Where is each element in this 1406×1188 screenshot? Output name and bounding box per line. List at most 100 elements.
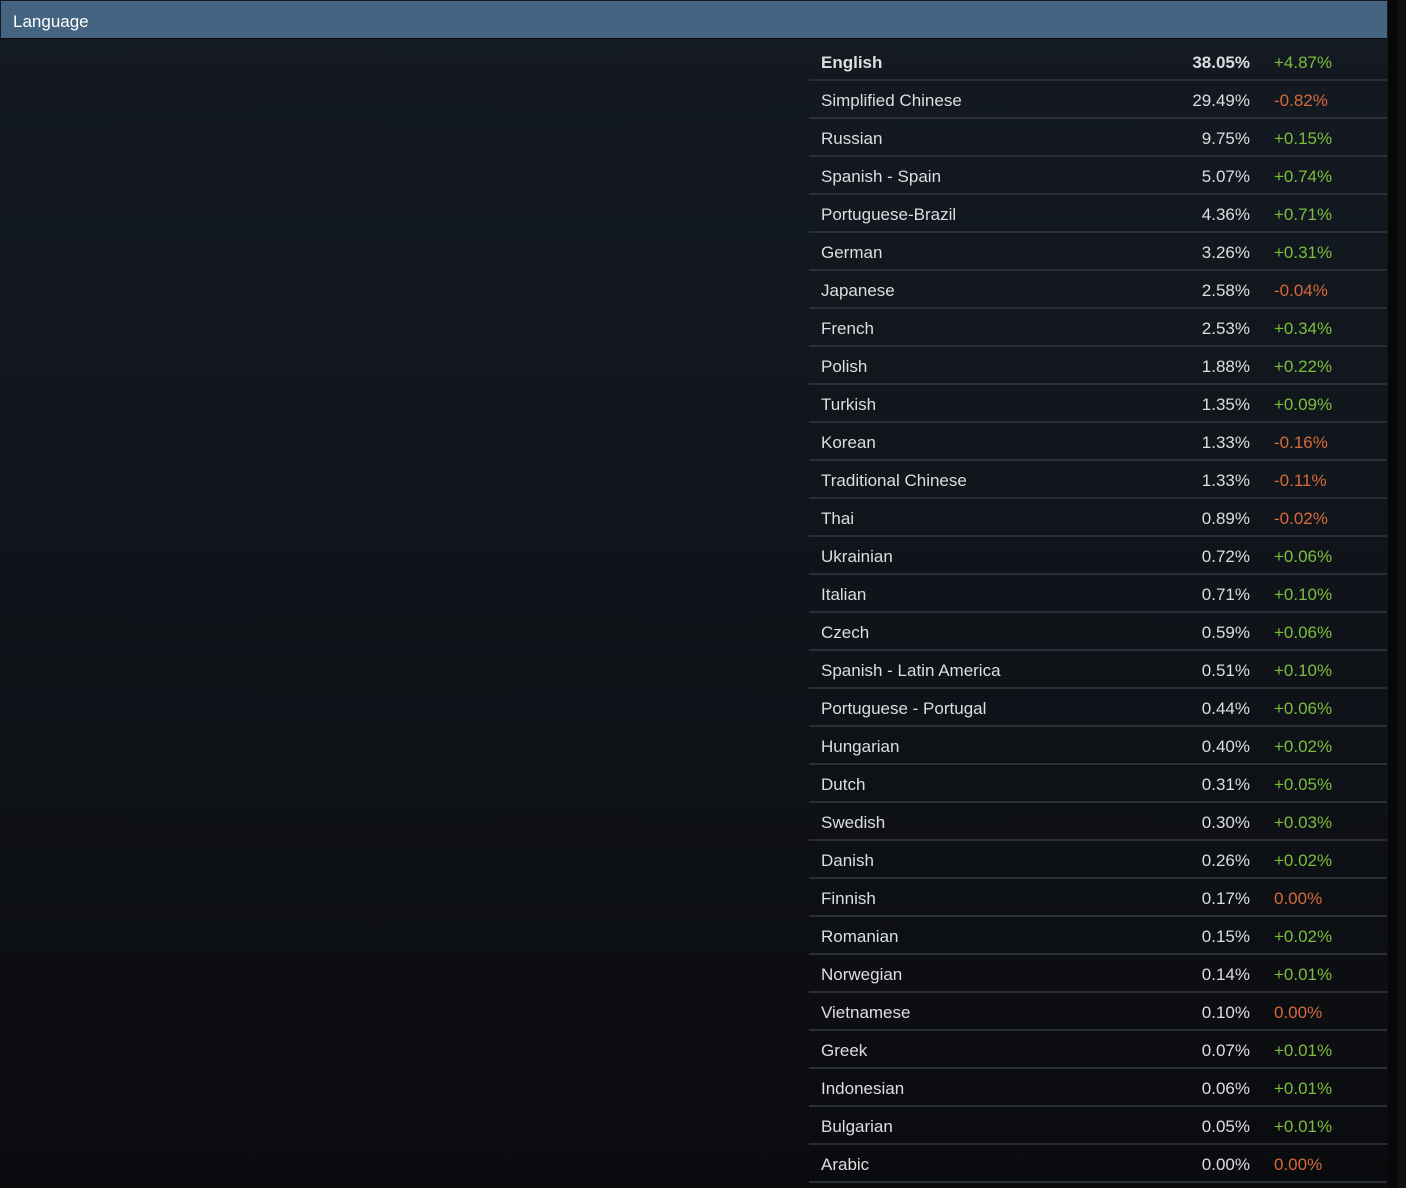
language-change: +0.09% bbox=[1274, 395, 1333, 414]
language-percent: 38.05% bbox=[1192, 53, 1250, 72]
language-percent: 1.35% bbox=[1201, 395, 1250, 414]
language-name: Japanese bbox=[821, 281, 895, 300]
table-row: Danish 0.26% +0.02% bbox=[809, 841, 1387, 879]
language-change: -0.82% bbox=[1274, 91, 1328, 110]
language-percent: 0.05% bbox=[1201, 1117, 1250, 1136]
language-change: +4.87% bbox=[1274, 53, 1333, 72]
language-change: +0.06% bbox=[1274, 699, 1333, 718]
language-table: English 38.05% +4.87% Simplified Chinese 29.… bbox=[809, 43, 1387, 1183]
language-change: +0.74% bbox=[1274, 167, 1333, 186]
language-change: +0.01% bbox=[1274, 1041, 1333, 1060]
language-percent: 0.71% bbox=[1201, 585, 1250, 604]
language-change: +0.03% bbox=[1274, 813, 1333, 832]
language-percent: 1.88% bbox=[1201, 357, 1250, 376]
table-row: Simplified Chinese 29.49% -0.82% bbox=[809, 81, 1387, 119]
language-name: English bbox=[821, 53, 883, 72]
language-name: Portuguese-Brazil bbox=[821, 205, 957, 224]
table-row: Greek 0.07% +0.01% bbox=[809, 1031, 1387, 1069]
language-name: Polish bbox=[821, 357, 868, 376]
language-change: +0.02% bbox=[1274, 737, 1333, 756]
language-change: -0.02% bbox=[1274, 509, 1328, 528]
language-percent: 0.26% bbox=[1201, 851, 1250, 870]
table-row: Dutch 0.31% +0.05% bbox=[809, 765, 1387, 803]
language-percent: 0.15% bbox=[1201, 927, 1250, 946]
language-percent: 0.72% bbox=[1201, 547, 1250, 566]
language-change: +0.02% bbox=[1274, 927, 1333, 946]
language-name: Finnish bbox=[821, 889, 876, 908]
table-row: Portuguese-Brazil 4.36% +0.71% bbox=[809, 195, 1387, 233]
language-name: Korean bbox=[821, 433, 876, 452]
language-name: Portuguese - Portugal bbox=[821, 699, 987, 718]
scrollbar[interactable] bbox=[1388, 0, 1406, 1188]
language-percent: 0.10% bbox=[1201, 1003, 1250, 1022]
language-name: Bulgarian bbox=[821, 1117, 893, 1136]
table-row: Traditional Chinese 1.33% -0.11% bbox=[809, 461, 1387, 499]
language-change: 0.00% bbox=[1274, 1155, 1323, 1174]
language-percent: 0.00% bbox=[1201, 1155, 1250, 1174]
language-name: Czech bbox=[821, 623, 870, 642]
table-row: Spanish - Spain 5.07% +0.74% bbox=[809, 157, 1387, 195]
language-name: Vietnamese bbox=[821, 1003, 911, 1022]
language-change: +0.34% bbox=[1274, 319, 1333, 338]
language-change: +0.71% bbox=[1274, 205, 1333, 224]
table-row: Thai 0.89% -0.02% bbox=[809, 499, 1387, 537]
language-change: +0.06% bbox=[1274, 623, 1333, 642]
language-name: Spanish - Latin America bbox=[821, 661, 1001, 680]
language-name: Danish bbox=[821, 851, 874, 870]
language-name: Romanian bbox=[821, 927, 899, 946]
language-percent: 0.51% bbox=[1201, 661, 1250, 680]
language-percent: 0.07% bbox=[1201, 1041, 1250, 1060]
language-percent: 29.49% bbox=[1192, 91, 1250, 110]
table-row: Finnish 0.17% 0.00% bbox=[809, 879, 1387, 917]
language-change: +0.02% bbox=[1274, 851, 1333, 870]
table-row: Indonesian 0.06% +0.01% bbox=[809, 1069, 1387, 1107]
language-change: -0.11% bbox=[1274, 471, 1327, 490]
language-name: French bbox=[821, 319, 874, 338]
language-percent: 1.33% bbox=[1201, 433, 1250, 452]
table-row: French 2.53% +0.34% bbox=[809, 309, 1387, 347]
table-row: Ukrainian 0.72% +0.06% bbox=[809, 537, 1387, 575]
language-percent: 0.31% bbox=[1201, 775, 1250, 794]
table-row: German 3.26% +0.31% bbox=[809, 233, 1387, 271]
language-name: Ukrainian bbox=[821, 547, 893, 566]
language-change: +0.22% bbox=[1274, 357, 1333, 376]
language-name: Turkish bbox=[821, 395, 877, 414]
language-name: Swedish bbox=[821, 813, 886, 832]
language-percent: 0.59% bbox=[1201, 623, 1250, 642]
language-percent: 9.75% bbox=[1201, 129, 1250, 148]
table-row: Japanese 2.58% -0.04% bbox=[809, 271, 1387, 309]
language-name: Hungarian bbox=[821, 737, 900, 756]
language-change: +0.01% bbox=[1274, 1117, 1333, 1136]
language-change: +0.01% bbox=[1274, 965, 1333, 984]
language-name: Italian bbox=[821, 585, 867, 604]
language-name: Arabic bbox=[821, 1155, 870, 1174]
language-name: Dutch bbox=[821, 775, 866, 794]
panel-title: Language bbox=[13, 12, 89, 31]
language-percent: 0.44% bbox=[1201, 699, 1250, 718]
language-percent: 0.14% bbox=[1201, 965, 1250, 984]
language-panel: Language English 38.05% +4.87% Simplified C… bbox=[0, 0, 1388, 1188]
language-change: +0.10% bbox=[1274, 585, 1333, 604]
language-change: +0.01% bbox=[1274, 1079, 1333, 1098]
language-name: Traditional Chinese bbox=[821, 471, 967, 490]
table-row: Italian 0.71% +0.10% bbox=[809, 575, 1387, 613]
language-name: Spanish - Spain bbox=[821, 167, 942, 186]
language-change: +0.10% bbox=[1274, 661, 1333, 680]
language-name: Simplified Chinese bbox=[821, 91, 962, 110]
table-row: Turkish 1.35% +0.09% bbox=[809, 385, 1387, 423]
language-percent: 0.30% bbox=[1201, 813, 1250, 832]
table-row: Portuguese - Portugal 0.44% +0.06% bbox=[809, 689, 1387, 727]
language-percent: 2.58% bbox=[1201, 281, 1250, 300]
language-percent: 0.89% bbox=[1201, 509, 1250, 528]
language-percent: 5.07% bbox=[1201, 167, 1250, 186]
language-percent: 0.06% bbox=[1201, 1079, 1250, 1098]
language-name: Greek bbox=[821, 1041, 868, 1060]
language-percent: 0.40% bbox=[1201, 737, 1250, 756]
table-row: Swedish 0.30% +0.03% bbox=[809, 803, 1387, 841]
language-change: +0.15% bbox=[1274, 129, 1333, 148]
language-percent: 2.53% bbox=[1201, 319, 1250, 338]
language-name: Russian bbox=[821, 129, 883, 148]
table-row: Czech 0.59% +0.06% bbox=[809, 613, 1387, 651]
language-change: +0.31% bbox=[1274, 243, 1333, 262]
table-row: Arabic 0.00% 0.00% bbox=[809, 1145, 1387, 1183]
